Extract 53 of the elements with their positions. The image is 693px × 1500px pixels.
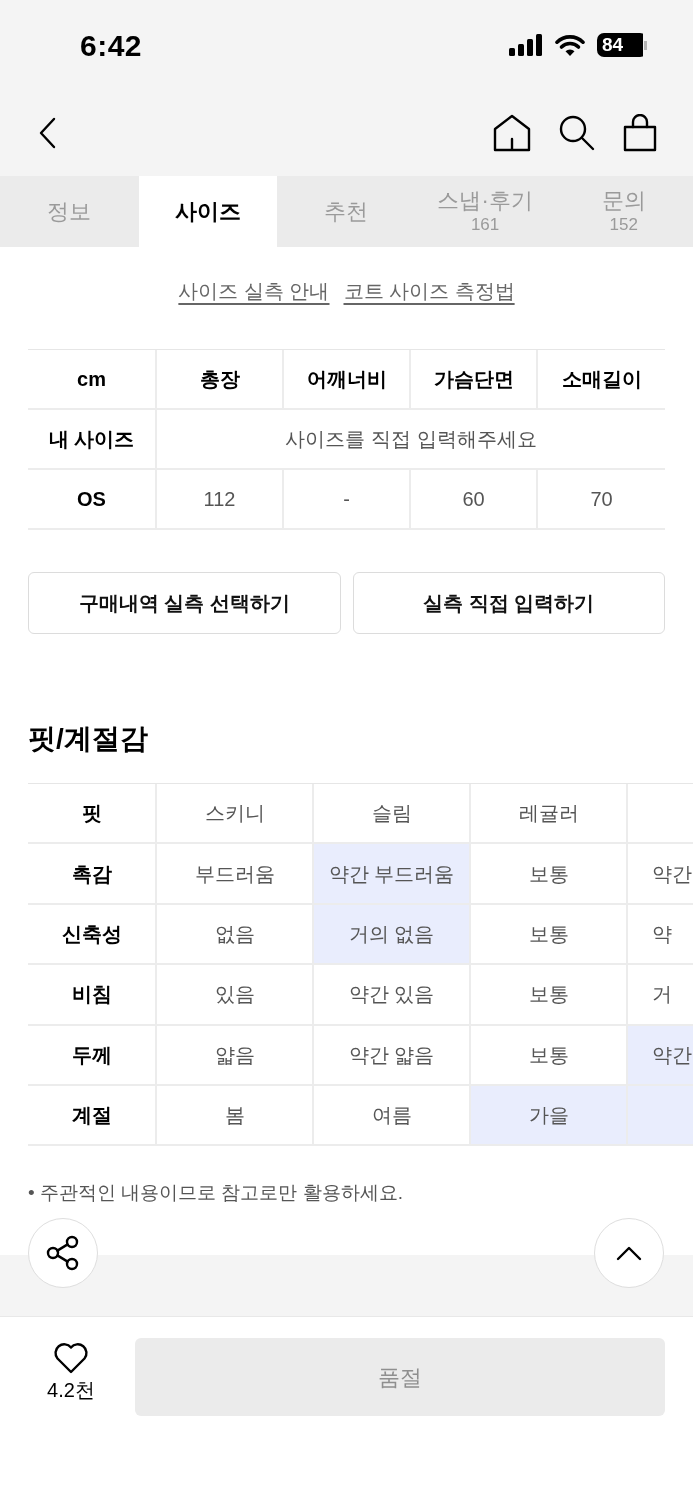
table-cell: 112 xyxy=(157,470,284,530)
status-time: 6:42 xyxy=(80,27,143,64)
table-cell: 얇음 xyxy=(157,1025,314,1086)
back-icon[interactable] xyxy=(38,117,56,149)
size-guide-link[interactable]: 코트 사이즈 측정법 xyxy=(343,276,515,306)
column-header: cm xyxy=(28,350,157,410)
size-guide-link[interactable]: 사이즈 실측 안내 xyxy=(178,276,330,306)
wifi-icon xyxy=(555,34,585,56)
table-cell: 약간 xyxy=(628,1025,693,1086)
table-cell: 가을 xyxy=(471,1085,628,1147)
row-label: 계절 xyxy=(28,1085,157,1147)
chevron-up-icon xyxy=(616,1245,642,1262)
table-cell: 약간 부드러움 xyxy=(314,844,471,905)
column-header: 총장 xyxy=(157,350,284,410)
measure-button[interactable]: 구매내역 실측 선택하기 xyxy=(28,572,341,634)
share-icon xyxy=(45,1235,81,1272)
row-label: 두께 xyxy=(28,1025,157,1086)
table-cell: 레귤러 xyxy=(471,784,628,845)
like-button[interactable]: 4.2천 xyxy=(28,1338,114,1403)
table-cell: 스키니 xyxy=(157,784,314,845)
table-cell: 있음 xyxy=(157,965,314,1026)
column-header: 가슴단면 xyxy=(411,350,538,410)
size-input-prompt[interactable]: 사이즈를 직접 입력해주세요 xyxy=(157,410,665,470)
row-label: 내 사이즈 xyxy=(28,410,157,470)
column-header: 어깨너비 xyxy=(284,350,411,410)
column-header: 소매길이 xyxy=(538,350,665,410)
row-label: 핏 xyxy=(28,784,157,845)
search-icon[interactable] xyxy=(559,115,595,151)
table-cell: 봄 xyxy=(157,1085,314,1147)
measure-button[interactable]: 실측 직접 입력하기 xyxy=(352,572,665,634)
table-cell: 60 xyxy=(411,470,538,530)
note-text: • 주관적인 내용이므로 참고로만 활용하세요. xyxy=(28,1181,405,1206)
table-cell: 70 xyxy=(538,470,665,530)
signal-icon xyxy=(509,34,543,56)
table-cell: 보통 xyxy=(471,844,628,905)
row-label: 비침 xyxy=(28,965,157,1026)
heart-icon xyxy=(53,1342,89,1375)
row-label: OS xyxy=(28,470,157,530)
tab[interactable]: 사이즈 xyxy=(138,176,278,247)
row-label: 촉감 xyxy=(28,844,157,905)
table-cell: 보통 xyxy=(471,965,628,1026)
battery-indicator: 84 xyxy=(597,33,647,57)
table-cell: 약간 있음 xyxy=(314,965,471,1026)
table-cell: - xyxy=(284,470,411,530)
table-cell: 약간 얇음 xyxy=(314,1025,471,1086)
row-label: 신축성 xyxy=(28,904,157,966)
shopping-bag-icon[interactable] xyxy=(623,114,657,152)
section-title: 핏/계절감 xyxy=(28,722,149,756)
table-cell: 거의 없음 xyxy=(314,904,471,966)
table-cell: 약 xyxy=(628,904,693,966)
table-cell: 보통 xyxy=(471,904,628,966)
table-cell: 약간 xyxy=(628,844,693,905)
home-icon[interactable] xyxy=(493,114,531,152)
